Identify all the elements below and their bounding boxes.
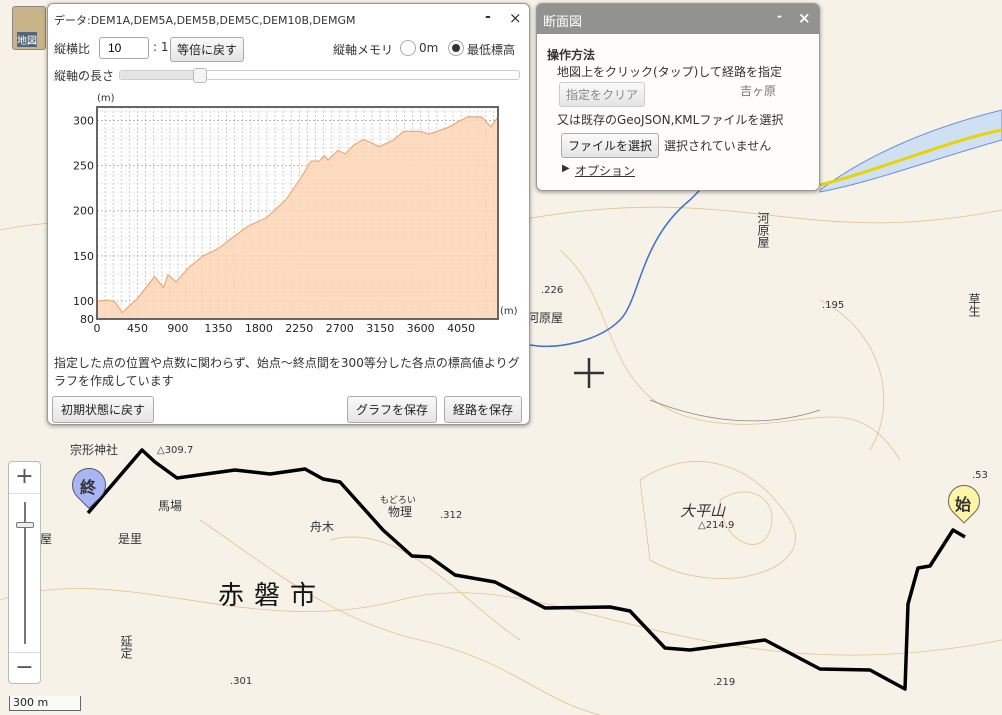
y-tick-label: 80	[80, 313, 94, 326]
window-title: データ:DEM1A,DEM5A,DEM5B,DEM5C,DEM10B,DEMGM	[54, 14, 356, 27]
reset-button[interactable]: 初期状態に戻す	[52, 396, 155, 423]
x-tick-label: 450	[127, 322, 148, 335]
minimize-button[interactable]: -	[777, 9, 782, 23]
map-label: 屋	[40, 532, 53, 546]
radio-0m[interactable]	[400, 40, 416, 56]
map-label: 延定	[119, 635, 133, 659]
aspect-label: 縦横比	[54, 42, 91, 56]
close-button[interactable]: ×	[798, 9, 811, 27]
save-route-button[interactable]: 経路を保存	[444, 396, 523, 423]
aspect-ratio-input[interactable]	[99, 37, 149, 59]
map-label: .226	[541, 285, 564, 296]
zoom-out-button[interactable]: −	[9, 652, 40, 684]
x-tick-label: 900	[167, 322, 188, 335]
save-graph-button[interactable]: グラフを保存	[347, 396, 438, 423]
chart-note: 指定した点の位置や点数に関わらず、始点～終点間を300等分した各点の標高値よりグ…	[54, 356, 520, 388]
axis-length-slider[interactable]	[119, 68, 520, 83]
x-tick-label: 2700	[326, 322, 354, 335]
step2-text: 又は既存のGeoJSON,KMLファイルを選択	[557, 113, 784, 127]
x-tick-label: 2250	[285, 322, 313, 335]
elevation-chart: 80 100 150 200 250 300 0 450 900 1350 1800 2250 2700…	[73, 93, 518, 335]
crosshair-icon	[574, 358, 604, 388]
map-label: 河原屋	[527, 311, 564, 325]
axis-length-slider-handle[interactable]	[193, 68, 208, 83]
map-label: .301	[230, 676, 253, 687]
radio-0m-label: 0m	[419, 41, 439, 55]
layer-thumbnail-label: 地図	[17, 32, 37, 47]
aspect-suffix: : 1	[153, 40, 169, 54]
map-label: 河原屋	[756, 212, 770, 248]
map-label: 草生	[967, 293, 981, 317]
y-tick-label: 300	[73, 115, 94, 128]
mountain-label: 大平山	[680, 502, 726, 520]
start-marker-label: 始	[955, 495, 972, 514]
file-status: 選択されていません	[664, 139, 772, 153]
map-label: 物理	[388, 505, 413, 519]
x-axis-unit: (m)	[500, 306, 518, 317]
y-tick-label: 250	[73, 160, 94, 173]
x-tick-label: 3600	[407, 322, 435, 335]
zoom-control: + −	[8, 461, 41, 684]
howto-heading: 操作方法	[547, 48, 596, 62]
route-line	[86, 448, 966, 691]
x-tick-label: 1350	[204, 322, 232, 335]
choose-file-button[interactable]: ファイルを選択	[561, 133, 660, 158]
map-label: 馬場	[158, 499, 183, 513]
x-tick-label: 0	[94, 322, 101, 335]
step1-text: 地図上をクリック(タップ)して経路を指定	[557, 65, 783, 79]
layer-thumbnail[interactable]: 地図	[12, 6, 46, 50]
radio-min-elevation-label: 最低標高	[467, 43, 516, 57]
reset-aspect-button[interactable]: 等倍に戻す	[170, 37, 245, 62]
end-marker-label: 終	[80, 478, 97, 497]
y-tick-label: 100	[73, 295, 94, 308]
axis-memory-label: 縦軸メモリ	[333, 43, 394, 57]
zoom-slider-handle[interactable]	[16, 522, 34, 528]
map-label: .219	[713, 677, 736, 688]
triangle-right-icon: ▶	[562, 163, 570, 174]
clear-route-button[interactable]: 指定をクリア	[559, 82, 646, 107]
axis-length-label: 縦軸の長さ	[54, 69, 115, 83]
map-label: △309.7	[157, 445, 194, 456]
y-axis-unit: (m)	[97, 93, 115, 104]
map-label: .195	[822, 300, 845, 311]
y-tick-label: 150	[73, 250, 94, 263]
scale-bar: 300 m	[9, 696, 81, 711]
x-tick-label: 3150	[366, 322, 394, 335]
zoom-slider[interactable]	[9, 494, 40, 652]
radio-min-elevation[interactable]	[448, 40, 464, 56]
close-button[interactable]: ×	[509, 9, 522, 27]
x-tick-label: 4050	[447, 322, 475, 335]
map-label: △214.9	[698, 520, 735, 531]
map-label: 吉ヶ原	[740, 84, 777, 98]
zoom-in-button[interactable]: +	[9, 462, 40, 494]
window-title: 断面図	[543, 15, 583, 30]
x-tick-label: 1800	[245, 322, 273, 335]
elevation-profile-window: データ:DEM1A,DEM5A,DEM5B,DEM5C,DEM10B,DEMGM…	[47, 3, 530, 425]
y-tick-label: 200	[73, 205, 94, 218]
map-label: 宗形神社	[70, 443, 119, 457]
map-label: 舟木	[310, 520, 335, 534]
cross-section-window: 断面図 - × 操作方法 地図上をクリック(タップ)して経路を指定 指定をクリア…	[536, 3, 820, 191]
map-label: .53	[972, 470, 988, 481]
options-toggle[interactable]: オプション	[575, 162, 635, 179]
city-label: 赤磐市	[218, 581, 327, 611]
map-label: .312	[440, 510, 463, 521]
minimize-button[interactable]: -	[485, 9, 491, 25]
map-label: 是里	[118, 532, 143, 546]
